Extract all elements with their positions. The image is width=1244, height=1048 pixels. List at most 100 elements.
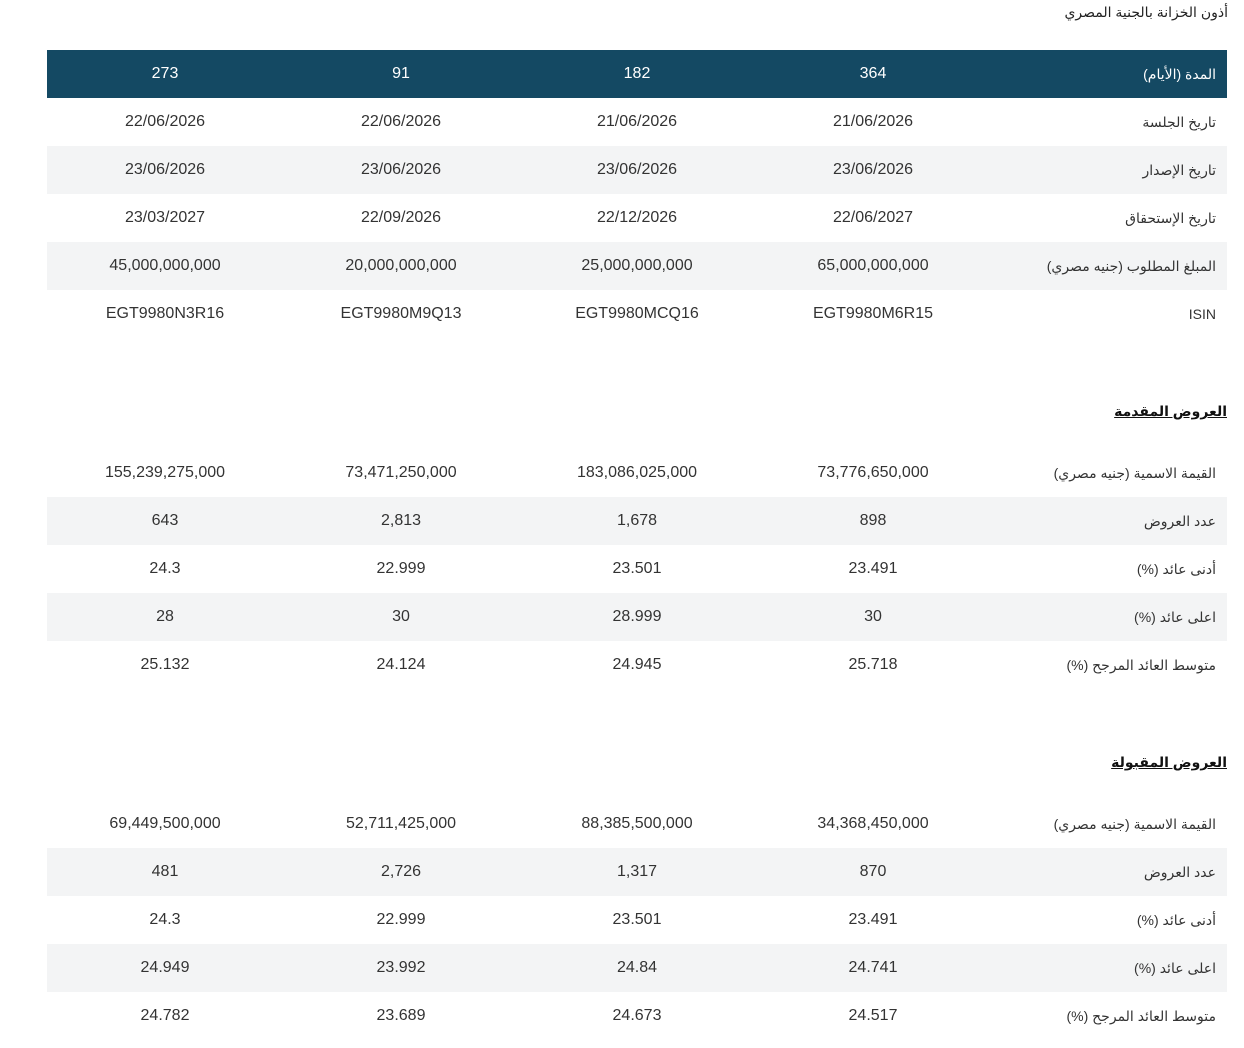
table-cell: 21/06/2026 bbox=[596, 113, 678, 130]
table-cell: 23/06/2026 bbox=[360, 161, 442, 178]
table-cell: EGT9980N3R16 bbox=[105, 305, 225, 322]
table-cell: 24.3 bbox=[149, 911, 181, 928]
table-cell: 24.673 bbox=[612, 1007, 662, 1024]
table-row: المبلغ المطلوب (جنيه مصري) 65,000,000,00… bbox=[47, 242, 1227, 290]
table-cell: 870 bbox=[859, 863, 887, 880]
table-cell: 155,239,275,000 bbox=[104, 464, 226, 481]
table-cell: 22/12/2026 bbox=[596, 209, 678, 226]
row-label: اعلى عائد (%) bbox=[1134, 959, 1216, 976]
table-cell: 24.3 bbox=[149, 560, 181, 577]
submitted-bids-table: القيمة الاسمية (جنيه مصري) 73,776,650,00… bbox=[47, 449, 1227, 689]
table-cell: 23.501 bbox=[612, 560, 662, 577]
table-cell: 24.517 bbox=[848, 1007, 898, 1024]
row-label: عدد العروض bbox=[1143, 512, 1216, 529]
page-title: أذون الخزانة بالجنية المصري bbox=[1064, 4, 1228, 20]
table-cell: 23.501 bbox=[612, 911, 662, 928]
row-label: عدد العروض bbox=[1143, 863, 1216, 880]
table-cell: 25,000,000,000 bbox=[581, 257, 693, 274]
table-cell: 23/06/2026 bbox=[124, 161, 206, 178]
row-label: ISIN bbox=[1188, 306, 1216, 322]
accepted-bids-table: القيمة الاسمية (جنيه مصري) 34,368,450,00… bbox=[47, 800, 1227, 1040]
table-cell: 22/06/2026 bbox=[124, 113, 206, 130]
header-cell: 91 bbox=[392, 65, 410, 82]
table-cell: 22.999 bbox=[376, 560, 426, 577]
table-cell: 481 bbox=[151, 863, 179, 880]
accepted-bids-title: العروض المقبولة bbox=[1111, 754, 1227, 770]
table-row: ISIN EGT9980M6R15 EGT9980MCQ16 EGT9980M9… bbox=[47, 290, 1227, 338]
header-cell: 182 bbox=[623, 65, 651, 82]
table-cell: 22.999 bbox=[376, 911, 426, 928]
table-cell: 30 bbox=[864, 608, 882, 625]
row-label: أدنى عائد (%) bbox=[1136, 560, 1216, 577]
row-label: تاريخ الإصدار bbox=[1142, 161, 1216, 178]
table-cell: 24.84 bbox=[616, 959, 658, 976]
table-header-row: المدة (الأيام) 364 182 91 273 bbox=[47, 50, 1227, 98]
row-label: تاريخ الجلسة bbox=[1142, 113, 1216, 130]
header-cell: 273 bbox=[151, 65, 179, 82]
table-cell: 25.718 bbox=[848, 656, 898, 673]
table-cell: 21/06/2026 bbox=[832, 113, 914, 130]
header-label: المدة (الأيام) bbox=[1143, 65, 1216, 82]
table-cell: 2,813 bbox=[380, 512, 422, 529]
table-cell: 1,317 bbox=[616, 863, 658, 880]
table-cell: 24.124 bbox=[376, 656, 426, 673]
table-row: أدنى عائد (%) 23.491 23.501 22.999 24.3 bbox=[47, 545, 1227, 593]
table-cell: 65,000,000,000 bbox=[817, 257, 929, 274]
table-cell: EGT9980MCQ16 bbox=[575, 305, 699, 322]
table-cell: 23.491 bbox=[848, 911, 898, 928]
table-cell: 69,449,500,000 bbox=[109, 815, 221, 832]
table-cell: 20,000,000,000 bbox=[345, 257, 457, 274]
table-cell: 23/06/2026 bbox=[832, 161, 914, 178]
table-cell: 22/09/2026 bbox=[360, 209, 442, 226]
table-row: اعلى عائد (%) 24.741 24.84 23.992 24.949 bbox=[47, 944, 1227, 992]
table-cell: 23/06/2026 bbox=[596, 161, 678, 178]
table-cell: 643 bbox=[151, 512, 179, 529]
table-row: متوسط العائد المرجح (%) 24.517 24.673 23… bbox=[47, 992, 1227, 1040]
table-row: تاريخ الإصدار 23/06/2026 23/06/2026 23/0… bbox=[47, 146, 1227, 194]
table-row: اعلى عائد (%) 30 28.999 30 28 bbox=[47, 593, 1227, 641]
table-cell: 23/03/2027 bbox=[124, 209, 206, 226]
table-cell: 73,471,250,000 bbox=[345, 464, 457, 481]
table-cell: EGT9980M9Q13 bbox=[340, 305, 462, 322]
table-cell: 52,711,425,000 bbox=[345, 815, 457, 832]
table-cell: 23.491 bbox=[848, 560, 898, 577]
table-cell: 34,368,450,000 bbox=[817, 815, 929, 832]
table-row: القيمة الاسمية (جنيه مصري) 34,368,450,00… bbox=[47, 800, 1227, 848]
table-row: عدد العروض 898 1,678 2,813 643 bbox=[47, 497, 1227, 545]
table-cell: 24.782 bbox=[140, 1007, 190, 1024]
table-cell: 22/06/2026 bbox=[360, 113, 442, 130]
table-row: أدنى عائد (%) 23.491 23.501 22.999 24.3 bbox=[47, 896, 1227, 944]
row-label: متوسط العائد المرجح (%) bbox=[1066, 1007, 1216, 1024]
header-cell: 364 bbox=[859, 65, 887, 82]
table-cell: 23.689 bbox=[376, 1007, 426, 1024]
table-cell: 88,385,500,000 bbox=[581, 815, 693, 832]
row-label: اعلى عائد (%) bbox=[1134, 608, 1216, 625]
table-cell: 898 bbox=[859, 512, 887, 529]
row-label: المبلغ المطلوب (جنيه مصري) bbox=[1046, 257, 1216, 274]
table-row: تاريخ الجلسة 21/06/2026 21/06/2026 22/06… bbox=[47, 98, 1227, 146]
table-cell: 25.132 bbox=[140, 656, 190, 673]
row-label: القيمة الاسمية (جنيه مصري) bbox=[1053, 464, 1216, 481]
table-row: عدد العروض 870 1,317 2,726 481 bbox=[47, 848, 1227, 896]
table-cell: 22/06/2027 bbox=[832, 209, 914, 226]
table-cell: 24.741 bbox=[848, 959, 898, 976]
table-row: متوسط العائد المرجح (%) 25.718 24.945 24… bbox=[47, 641, 1227, 689]
table-cell: 23.992 bbox=[376, 959, 426, 976]
table-cell: 24.949 bbox=[140, 959, 190, 976]
table-row: تاريخ الإستحقاق 22/06/2027 22/12/2026 22… bbox=[47, 194, 1227, 242]
table-cell: 1,678 bbox=[616, 512, 658, 529]
row-label: القيمة الاسمية (جنيه مصري) bbox=[1053, 815, 1216, 832]
table-cell: 2,726 bbox=[380, 863, 422, 880]
row-label: تاريخ الإستحقاق bbox=[1125, 209, 1216, 226]
table-cell: 30 bbox=[392, 608, 410, 625]
submitted-bids-title: العروض المقدمة bbox=[1114, 403, 1227, 419]
issue-table: المدة (الأيام) 364 182 91 273 تاريخ الجل… bbox=[47, 50, 1227, 338]
row-label: متوسط العائد المرجح (%) bbox=[1066, 656, 1216, 673]
table-cell: EGT9980M6R15 bbox=[812, 305, 934, 322]
table-cell: 24.945 bbox=[612, 656, 662, 673]
table-cell: 183,086,025,000 bbox=[576, 464, 698, 481]
table-row: القيمة الاسمية (جنيه مصري) 73,776,650,00… bbox=[47, 449, 1227, 497]
table-cell: 28.999 bbox=[612, 608, 662, 625]
table-cell: 28 bbox=[156, 608, 174, 625]
table-cell: 45,000,000,000 bbox=[109, 257, 221, 274]
